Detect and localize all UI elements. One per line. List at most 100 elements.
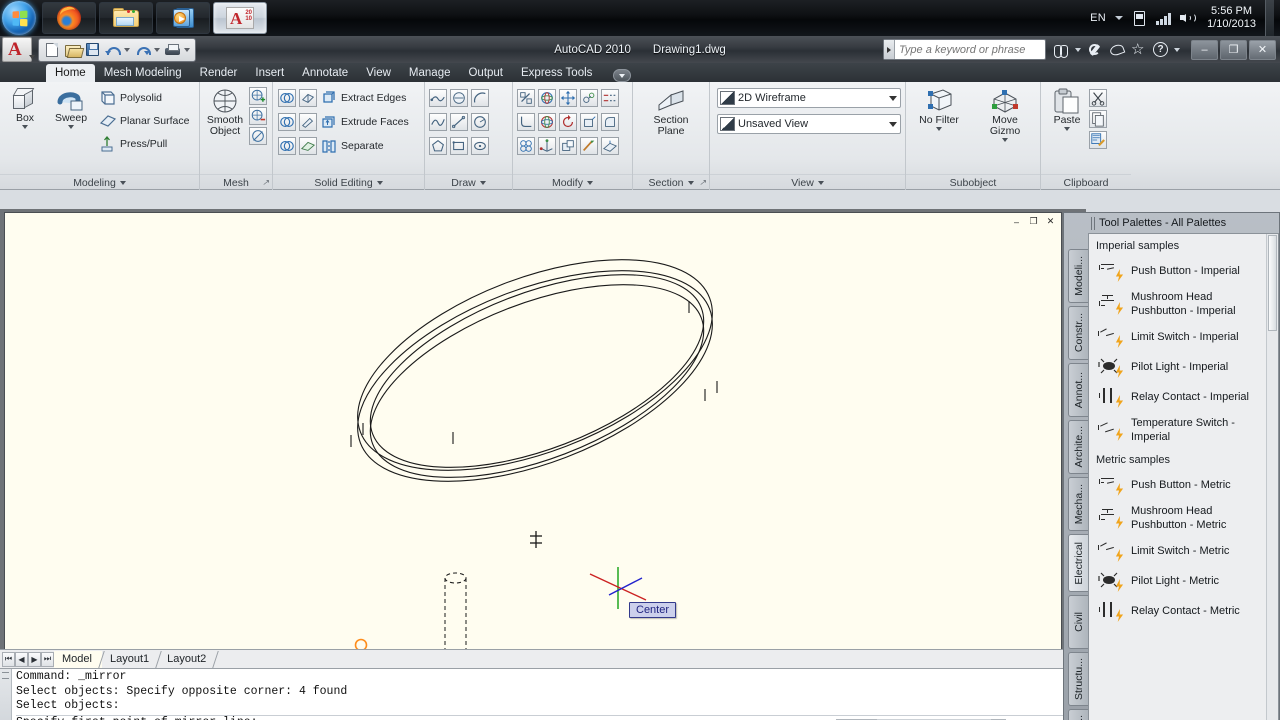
- drawing-canvas[interactable]: – ❐ ✕ Center: [4, 212, 1062, 652]
- fillet-icon[interactable]: [517, 112, 535, 131]
- section-plane-button[interactable]: Section Plane: [640, 86, 702, 137]
- solid-editing-panel-chevron-icon[interactable]: [376, 180, 383, 185]
- no-filter-chevron-icon[interactable]: [936, 127, 942, 131]
- panel-title-mesh[interactable]: Mesh ↗: [200, 174, 272, 190]
- mesh-smooth-icon[interactable]: [517, 136, 535, 155]
- redo-dropdown-chevron-icon[interactable]: [154, 47, 160, 52]
- palette-item-push-button-imperial[interactable]: Push Button - Imperial: [1089, 256, 1278, 286]
- palette-scrollbar[interactable]: [1266, 234, 1278, 720]
- region-icon[interactable]: [450, 88, 468, 107]
- search-dropdown-chevron-icon[interactable]: [1075, 47, 1081, 52]
- polyline-icon[interactable]: [429, 88, 447, 107]
- panel-title-draw[interactable]: Draw: [425, 174, 512, 190]
- panel-title-clipboard[interactable]: Clipboard: [1041, 174, 1131, 190]
- ribbon-minimize-chevron-icon[interactable]: [613, 69, 632, 82]
- tab-output[interactable]: Output: [459, 64, 512, 82]
- qat-save-button[interactable]: [83, 41, 101, 59]
- 3dmove-icon[interactable]: [559, 88, 577, 107]
- array-icon[interactable]: [601, 88, 619, 107]
- mesh-smooth-less-button[interactable]: [249, 106, 267, 126]
- tab-view[interactable]: View: [357, 64, 400, 82]
- palette-item-relay-contact-metric[interactable]: Relay Contact - Metric: [1089, 596, 1278, 626]
- visual-style-dropdown[interactable]: 2D Wireframe: [717, 88, 901, 108]
- modify-panel-chevron-icon[interactable]: [586, 180, 593, 185]
- qat-undo-button[interactable]: [103, 41, 121, 59]
- qat-redo-button[interactable]: [133, 41, 151, 59]
- wrench-icon[interactable]: [1087, 42, 1103, 58]
- palette-item-mushroom-head-metric[interactable]: Mushroom Head Pushbutton - Metric: [1089, 500, 1278, 536]
- match-properties-button[interactable]: [1089, 129, 1107, 150]
- mesh-smooth-more-button[interactable]: [249, 86, 267, 106]
- visual-style-chevron-icon[interactable]: [886, 96, 900, 101]
- tab-manage[interactable]: Manage: [400, 64, 460, 82]
- panel-title-modify[interactable]: Modify: [513, 174, 632, 190]
- box-dropdown-chevron-icon[interactable]: [22, 125, 28, 129]
- palette-tab-architectural[interactable]: Archite...: [1068, 420, 1088, 474]
- search-input[interactable]: [895, 40, 1045, 59]
- qat-new-button[interactable]: [43, 41, 61, 59]
- qat-plot-button[interactable]: [163, 41, 181, 59]
- infocenter-search[interactable]: [883, 39, 1046, 60]
- edit-hatch-icon[interactable]: [580, 136, 598, 155]
- drawing-minimize-button[interactable]: –: [1010, 216, 1023, 227]
- panel-title-section[interactable]: Section ↗: [633, 174, 709, 190]
- ellipse-icon[interactable]: [471, 136, 489, 155]
- nav-last-button[interactable]: ⏭: [41, 651, 54, 667]
- mesh-smooth-object-button[interactable]: Smooth Object: [203, 86, 247, 137]
- tab-express-tools[interactable]: Express Tools: [512, 64, 601, 82]
- modeling-box-button[interactable]: Box: [3, 86, 47, 129]
- palette-item-relay-contact-imperial[interactable]: Relay Contact - Imperial: [1089, 382, 1278, 412]
- palette-content[interactable]: Imperial samples Push Button - Imperial: [1088, 233, 1279, 720]
- tab-render[interactable]: Render: [191, 64, 247, 82]
- trim-icon[interactable]: [517, 88, 535, 107]
- spline-icon[interactable]: [429, 112, 447, 131]
- modeling-planar-surface-button[interactable]: Planar Surface: [99, 109, 189, 132]
- arc-icon[interactable]: [471, 88, 489, 107]
- tab-insert[interactable]: Insert: [246, 64, 293, 82]
- maximize-button[interactable]: ❐: [1220, 39, 1247, 60]
- undo-dropdown-chevron-icon[interactable]: [124, 47, 130, 52]
- saved-view-chevron-icon[interactable]: [886, 122, 900, 127]
- flag-document-icon[interactable]: [1132, 11, 1147, 26]
- sweep-dropdown-chevron-icon[interactable]: [68, 125, 74, 129]
- nav-next-button[interactable]: ▶: [28, 651, 41, 667]
- nav-first-button[interactable]: ⏮: [2, 651, 15, 667]
- palette-tab-mechanical[interactable]: Mecha...: [1068, 477, 1088, 531]
- help-icon[interactable]: ?: [1153, 42, 1168, 57]
- tab-home[interactable]: Home: [46, 64, 95, 82]
- tab-annotate[interactable]: Annotate: [293, 64, 357, 82]
- taskbar-item-autocad[interactable]: A 20 10: [213, 2, 267, 34]
- palette-tab-modeling[interactable]: Modeli...: [1068, 249, 1088, 303]
- move-gizmo-button[interactable]: Move Gizmo: [976, 86, 1034, 142]
- mesh-refine-button[interactable]: [249, 126, 267, 146]
- tab-layout1[interactable]: Layout1: [102, 650, 162, 668]
- qat-open-button[interactable]: [63, 41, 81, 59]
- solid-union-icon[interactable]: [559, 136, 577, 155]
- section-dialog-launcher-icon[interactable]: ↗: [699, 178, 706, 187]
- palette-item-temperature-switch-imperial[interactable]: Temperature Switch - Imperial: [1089, 412, 1278, 448]
- mesh-dialog-launcher-icon[interactable]: ↗: [262, 178, 269, 187]
- satellite-dish-icon[interactable]: [1109, 42, 1125, 58]
- tab-mesh-modeling[interactable]: Mesh Modeling: [95, 64, 191, 82]
- palette-item-mushroom-head-imperial[interactable]: Mushroom Head Pushbutton - Imperial: [1089, 286, 1278, 322]
- tray-expand-chevron-icon[interactable]: [1115, 16, 1124, 20]
- help-dropdown-chevron-icon[interactable]: [1174, 47, 1180, 52]
- polygon-icon[interactable]: [429, 136, 447, 155]
- paste-button[interactable]: Paste: [1047, 86, 1087, 131]
- palette-tab-structural[interactable]: Structu...: [1068, 652, 1088, 706]
- paste-chevron-icon[interactable]: [1064, 127, 1070, 131]
- palette-item-pilot-light-metric[interactable]: Pilot Light - Metric: [1089, 566, 1278, 596]
- palette-grip[interactable]: [1091, 216, 1095, 230]
- command-window[interactable]: Command: _mirror Select objects: Specify…: [0, 668, 1086, 720]
- cut-button[interactable]: [1089, 87, 1107, 108]
- 3dalign-icon[interactable]: [580, 88, 598, 107]
- show-desktop-button[interactable]: [1265, 0, 1274, 36]
- close-button[interactable]: ✕: [1249, 39, 1276, 60]
- language-indicator[interactable]: EN: [1090, 12, 1106, 24]
- drawing-restore-button[interactable]: ❐: [1027, 216, 1040, 227]
- palette-tab-electrical[interactable]: Electrical: [1068, 534, 1088, 592]
- 3drotate-icon[interactable]: [538, 88, 556, 107]
- copy-button[interactable]: [1089, 108, 1107, 129]
- rotate-icon[interactable]: [559, 112, 577, 131]
- command-window-grip[interactable]: [0, 669, 12, 720]
